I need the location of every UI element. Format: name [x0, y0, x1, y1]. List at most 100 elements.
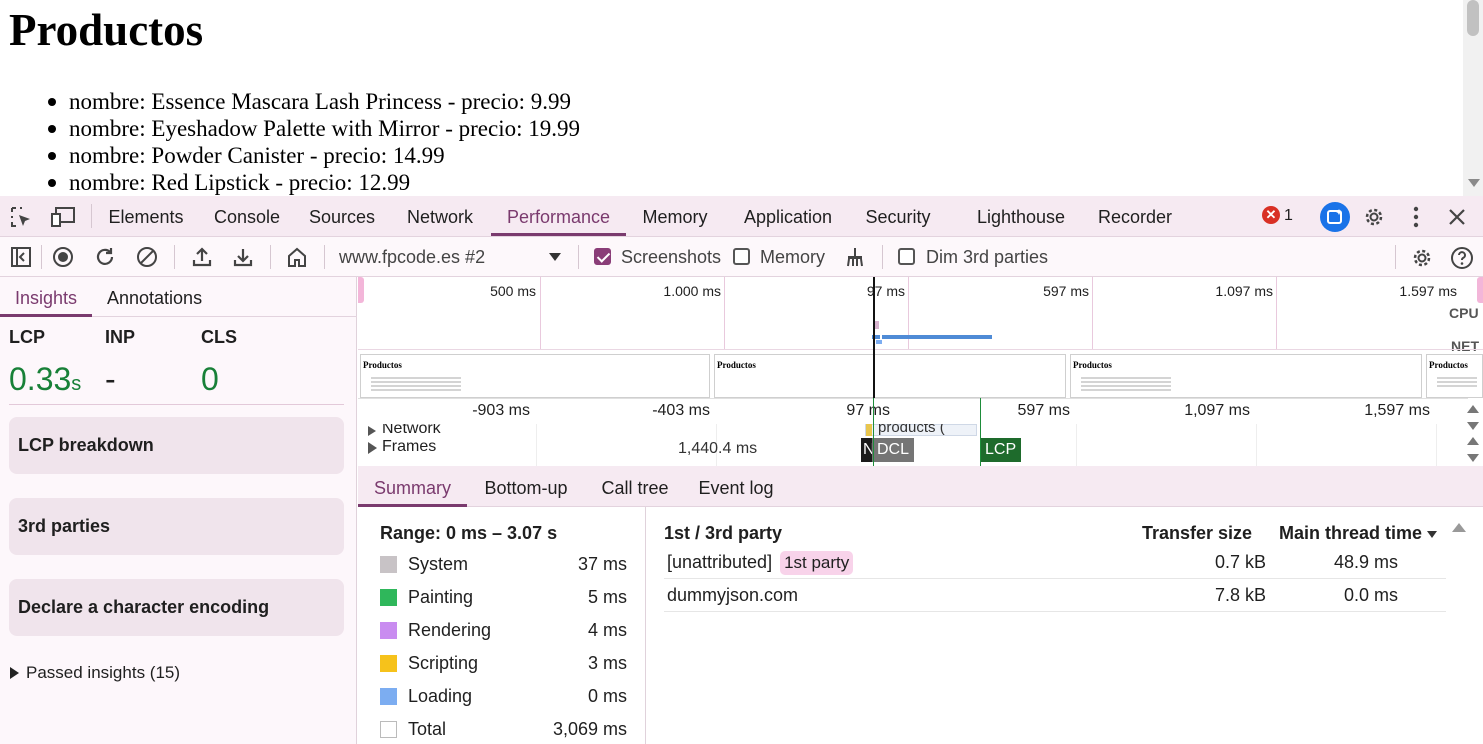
tab-application[interactable]: Application — [730, 196, 846, 236]
dim-3rd-parties-label[interactable]: Dim 3rd parties — [926, 237, 1048, 277]
devtools-panel: Elements Console Sources Network Perform… — [0, 196, 1483, 744]
page-scrollbar[interactable] — [1463, 0, 1483, 196]
screenshots-checkbox[interactable] — [594, 248, 611, 265]
insights-tab-bar: Insights Annotations — [0, 277, 357, 317]
upload-icon[interactable] — [190, 245, 214, 269]
close-devtools-icon[interactable] — [1444, 204, 1470, 230]
passed-insights-toggle[interactable]: Passed insights (15) — [26, 661, 180, 685]
tab-bottom-up[interactable]: Bottom-up — [476, 466, 576, 507]
tab-summary[interactable]: Summary — [358, 466, 467, 507]
screenshot-thumbnail[interactable]: Productos — [1070, 354, 1422, 398]
dim-3rd-parties-checkbox[interactable] — [898, 248, 915, 265]
network-track-label[interactable]: Network — [382, 424, 441, 436]
overview-right-handle[interactable] — [1477, 277, 1483, 303]
column-header-main-thread-time[interactable]: Main thread time — [1279, 521, 1422, 545]
device-toolbar-icon[interactable] — [50, 205, 76, 229]
column-header-transfer-size[interactable]: Transfer size — [1142, 521, 1252, 545]
scroll-down-arrow-icon[interactable] — [1467, 422, 1479, 430]
insight-card-lcp-breakdown[interactable]: LCP breakdown — [9, 417, 344, 474]
list-item: nombre: Eyeshadow Palette with Mirror - … — [47, 115, 580, 142]
scrollbar-thumb[interactable] — [1467, 0, 1479, 36]
category-swatch — [380, 556, 397, 573]
main-thread-time: 0.0 ms — [1343, 585, 1398, 605]
cls-value[interactable]: 0 — [201, 361, 219, 398]
error-count[interactable]: 1 — [1284, 206, 1293, 226]
column-header-party[interactable]: 1st / 3rd party — [664, 521, 782, 545]
scroll-up-arrow-icon[interactable] — [1467, 405, 1479, 413]
memory-checkbox[interactable] — [733, 248, 750, 265]
tab-call-tree[interactable]: Call tree — [594, 466, 676, 507]
insight-card-3rd-parties[interactable]: 3rd parties — [9, 498, 344, 555]
frame-duration[interactable]: 1,440.4 ms — [678, 440, 757, 458]
timeline-area[interactable]: 500 ms 1.000 ms 97 ms 597 ms 1.097 ms 1.… — [358, 277, 1483, 466]
category-row: Rendering 4 ms — [380, 614, 627, 647]
tab-lighthouse[interactable]: Lighthouse — [968, 196, 1074, 236]
ruler-tick: 1,097 ms — [1184, 402, 1250, 419]
clear-icon[interactable] — [135, 245, 159, 269]
memory-label[interactable]: Memory — [760, 237, 825, 277]
tab-sources[interactable]: Sources — [298, 196, 386, 236]
summary-panel: Range: 0 ms – 3.07 s System 37 ms Painti… — [358, 507, 646, 744]
settings-gear-icon[interactable] — [1361, 204, 1387, 230]
network-request-bar[interactable] — [882, 335, 992, 339]
tab-memory[interactable]: Memory — [630, 196, 720, 236]
tab-performance[interactable]: Performance — [491, 196, 626, 236]
record-icon[interactable] — [51, 245, 75, 269]
inspect-element-icon[interactable] — [9, 205, 33, 229]
download-icon[interactable] — [231, 245, 255, 269]
frames-track-label[interactable]: Frames — [382, 438, 436, 456]
scroll-down-arrow-icon[interactable] — [1467, 454, 1479, 462]
category-row: Scripting 3 ms — [380, 647, 627, 680]
tab-event-log[interactable]: Event log — [691, 466, 781, 507]
category-name: Painting — [408, 587, 474, 607]
screenshot-thumbnail[interactable]: Productos — [714, 354, 1066, 398]
dcl-marker[interactable]: DCL — [872, 438, 915, 462]
scroll-up-arrow-icon[interactable] — [1467, 437, 1479, 445]
screenshot-title: Productos — [717, 360, 756, 370]
ruler-tick: -903 ms — [472, 402, 530, 419]
tab-elements[interactable]: Elements — [98, 196, 194, 236]
ai-assistance-icon[interactable] — [1320, 202, 1350, 232]
table-row[interactable]: dummyjson.com 7.8 kB 0.0 ms — [664, 579, 1446, 612]
home-icon[interactable] — [285, 245, 309, 269]
playhead-line[interactable] — [873, 277, 875, 398]
scroll-down-arrow-icon[interactable] — [1468, 179, 1480, 187]
more-options-icon[interactable] — [1403, 204, 1429, 230]
tab-insights[interactable]: Insights — [0, 277, 92, 317]
expand-arrow-icon[interactable] — [10, 667, 19, 679]
insight-card-character-encoding[interactable]: Declare a character encoding — [9, 579, 344, 636]
screenshots-label[interactable]: Screenshots — [621, 237, 721, 277]
tab-recorder[interactable]: Recorder — [1088, 196, 1182, 236]
category-name: Rendering — [408, 620, 492, 640]
scroll-up-arrow-icon[interactable] — [1452, 523, 1466, 532]
help-icon[interactable] — [1449, 245, 1475, 271]
network-request-label[interactable]: products ( — [878, 424, 945, 436]
sort-descending-icon[interactable] — [1427, 531, 1437, 538]
network-track[interactable]: Network products ( — [358, 424, 1468, 436]
frames-track[interactable]: Frames 1,440.4 ms N DCL LCP — [358, 436, 1468, 466]
overview-left-handle[interactable] — [358, 277, 364, 303]
reload-record-icon[interactable] — [93, 245, 117, 269]
toggle-sidebar-icon[interactable] — [9, 245, 33, 269]
tab-network[interactable]: Network — [392, 196, 488, 236]
tab-annotations[interactable]: Annotations — [107, 277, 202, 317]
screenshot-thumbnail[interactable]: Productos — [1426, 354, 1483, 398]
category-row: System 37 ms — [380, 548, 627, 581]
chevron-down-icon[interactable] — [549, 253, 561, 261]
lcp-marker[interactable]: LCP — [980, 438, 1022, 462]
main-thread-time: 48.9 ms — [1333, 552, 1398, 572]
net-label: NET — [1451, 338, 1479, 354]
tab-console[interactable]: Console — [201, 196, 293, 236]
overview-tick: 1.000 ms — [663, 283, 721, 299]
error-icon[interactable]: ✕ — [1262, 206, 1280, 224]
capture-settings-gear-icon[interactable] — [1409, 245, 1435, 271]
screenshot-thumbnail[interactable]: Productos — [360, 354, 710, 398]
target-select[interactable]: www.fpcode.es #2 — [339, 237, 485, 277]
lcp-label: LCP — [9, 327, 45, 347]
garbage-collect-icon[interactable] — [843, 245, 867, 269]
table-row[interactable]: [unattributed] 1st party 0.7 kB 48.9 ms — [664, 546, 1446, 579]
web-page: Productos nombre: Essence Mascara Lash P… — [0, 0, 1483, 196]
category-swatch — [380, 721, 397, 738]
tab-security[interactable]: Security — [854, 196, 942, 236]
lcp-value[interactable]: 0.33s — [9, 361, 81, 398]
